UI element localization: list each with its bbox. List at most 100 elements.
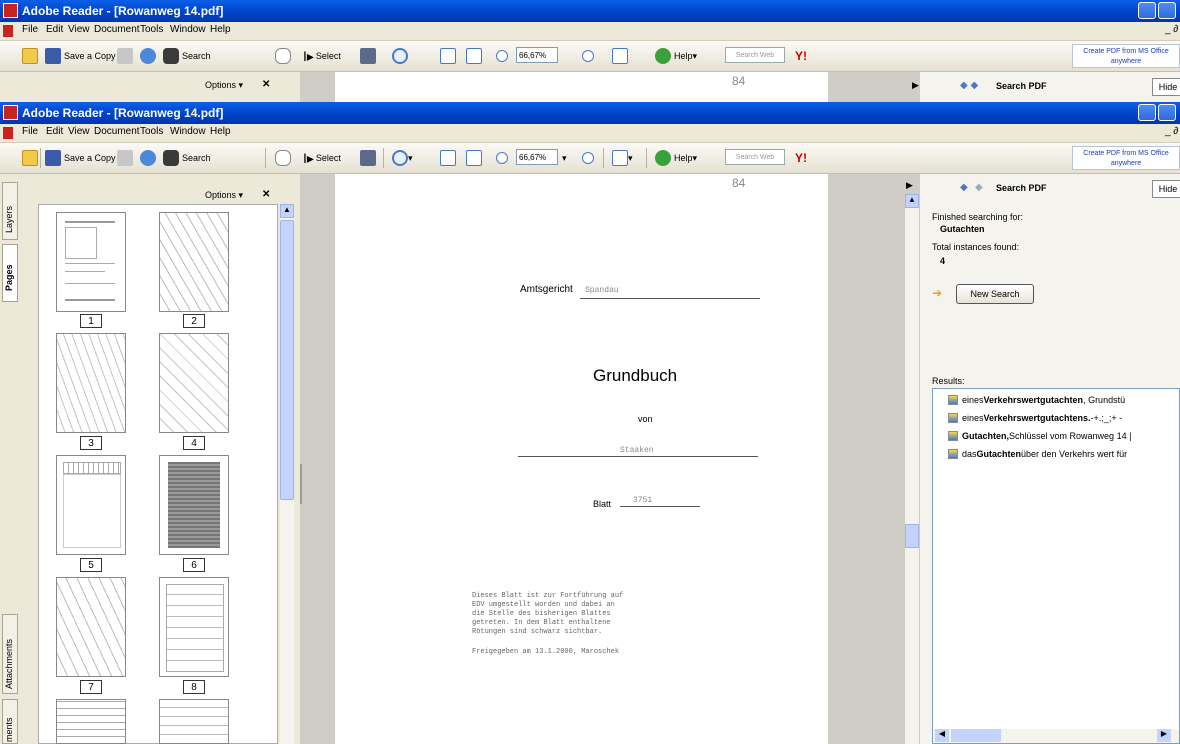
- menu-edit[interactable]: Edit: [46, 126, 63, 137]
- back-zoom-out-icon[interactable]: [496, 46, 508, 66]
- zoom-input[interactable]: 66,67%: [516, 149, 558, 165]
- thumbnail-page[interactable]: [56, 699, 126, 744]
- thumbnail-page[interactable]: [159, 212, 229, 312]
- scroll-thumb[interactable]: [280, 220, 294, 500]
- menu-document[interactable]: Document: [94, 126, 140, 137]
- back-menu-view[interactable]: View: [68, 24, 90, 35]
- actual-size-icon[interactable]: [440, 148, 456, 168]
- back-snapshot-icon[interactable]: [360, 46, 376, 66]
- search-button[interactable]: Search: [163, 148, 211, 168]
- back-search-button[interactable]: Search: [163, 46, 211, 66]
- tab-pages[interactable]: Pages: [2, 244, 18, 302]
- back-menu-edit[interactable]: Edit: [46, 24, 63, 35]
- thumbnail-page[interactable]: [159, 333, 229, 433]
- back-arrow-icon[interactable]: ◆: [960, 182, 968, 193]
- back-menu-file[interactable]: File: [22, 24, 38, 35]
- create-pdf-link[interactable]: Create PDF from MS Office anywhere: [1072, 146, 1180, 170]
- result-item[interactable]: das Gutachten über den Verkehrs wert für: [948, 446, 1127, 462]
- back-menu-help[interactable]: Help: [210, 24, 231, 35]
- zoom-in-icon[interactable]: ▾: [392, 148, 413, 168]
- snapshot-icon[interactable]: [360, 148, 376, 168]
- hide-button[interactable]: Hide: [1152, 180, 1180, 198]
- back-select-tool[interactable]: I▸ Select: [303, 46, 341, 66]
- collapse-arrow-icon[interactable]: ▶: [906, 180, 913, 191]
- back-menu-window[interactable]: Window: [170, 24, 206, 35]
- menu-help[interactable]: Help: [210, 126, 231, 137]
- back-menu-document[interactable]: Document: [94, 24, 140, 35]
- search-web-input[interactable]: Search Web: [725, 149, 785, 165]
- back-options-menu[interactable]: Options ▾: [205, 80, 243, 91]
- tab-comments[interactable]: ments: [2, 699, 18, 744]
- scroll-right-icon[interactable]: ▶: [1157, 729, 1171, 742]
- result-item[interactable]: eines Verkehrswertgutachtens. -+.;_;+ -: [948, 410, 1122, 426]
- finished-label: Finished searching for:: [932, 212, 1024, 222]
- results-hscroll-thumb[interactable]: [951, 729, 1001, 742]
- select-tool[interactable]: I▸ Select: [303, 148, 341, 168]
- back-minimize-button[interactable]: [1138, 2, 1156, 19]
- back-menu-tools[interactable]: Tools: [140, 24, 163, 35]
- forward-arrow-icon[interactable]: ◆: [975, 182, 983, 193]
- back-arrow-icons[interactable]: ◆ ◆: [960, 80, 978, 91]
- scroll-left-icon[interactable]: ◀: [935, 729, 949, 742]
- splitter-handle[interactable]: [300, 464, 302, 504]
- zoom-dropdown-icon[interactable]: ▾: [562, 148, 567, 168]
- restore-button[interactable]: [1158, 104, 1176, 121]
- tab-attachments[interactable]: Attachments: [2, 614, 18, 694]
- back-search-web-input[interactable]: Search Web: [725, 47, 785, 63]
- thumbnail-page[interactable]: [159, 577, 229, 677]
- close-panel-button[interactable]: ✕: [262, 189, 270, 200]
- back-open-icon[interactable]: [22, 46, 38, 66]
- doc-scroll-up-icon[interactable]: ▲: [905, 194, 919, 208]
- thumbnail-page[interactable]: [56, 212, 126, 312]
- rotate-icon[interactable]: ▾: [612, 148, 633, 168]
- menu-file[interactable]: File: [22, 126, 38, 137]
- menu-minimize-doc[interactable]: _ ∂: [1165, 126, 1178, 137]
- zoom-out-icon[interactable]: [496, 148, 508, 168]
- back-print-icon[interactable]: [117, 46, 133, 66]
- result-item[interactable]: eines Verkehrswertgutachten , Grundstü: [948, 392, 1125, 408]
- back-zoom-input[interactable]: 66,67%: [516, 47, 558, 63]
- back-help-button[interactable]: Help ▾: [655, 46, 697, 66]
- back-restore-button[interactable]: [1158, 2, 1176, 19]
- menu-window[interactable]: Window: [170, 126, 206, 137]
- back-create-pdf-link[interactable]: Create PDF from MS Office anywhere: [1072, 44, 1180, 68]
- menu-view[interactable]: View: [68, 126, 90, 137]
- print-icon[interactable]: [117, 148, 133, 168]
- document-scrollbar[interactable]: ▲: [905, 194, 919, 744]
- back-rotate-icon[interactable]: [612, 46, 628, 66]
- save-copy-button[interactable]: Save a Copy: [45, 148, 116, 168]
- email-icon[interactable]: [140, 148, 156, 168]
- open-icon[interactable]: [22, 148, 38, 168]
- yahoo-icon[interactable]: Y!: [795, 148, 807, 168]
- back-zoom-plus-icon[interactable]: [582, 46, 594, 66]
- thumbnail-page[interactable]: [159, 455, 229, 555]
- back-yahoo-icon[interactable]: Y!: [795, 46, 807, 66]
- scroll-up-icon[interactable]: ▲: [280, 204, 294, 218]
- back-fit-width-icon[interactable]: [466, 46, 482, 66]
- results-hscrollbar[interactable]: ◀ ▶: [933, 729, 1179, 743]
- options-menu[interactable]: Options ▾: [205, 190, 243, 201]
- back-email-icon[interactable]: [140, 46, 156, 66]
- back-close-panel-button[interactable]: ✕: [262, 79, 270, 90]
- hand-tool-icon[interactable]: [275, 148, 291, 168]
- minimize-button[interactable]: [1138, 104, 1156, 121]
- tab-layers[interactable]: Layers: [2, 182, 18, 240]
- thumbnail-page[interactable]: [56, 333, 126, 433]
- back-menu-minimize[interactable]: _ ∂: [1165, 24, 1178, 35]
- fit-width-icon[interactable]: [466, 148, 482, 168]
- thumbnail-page[interactable]: [159, 699, 229, 744]
- help-button[interactable]: Help ▾: [655, 148, 697, 168]
- menu-tools[interactable]: Tools: [140, 126, 163, 137]
- back-zoom-in-icon[interactable]: [392, 46, 408, 66]
- back-save-copy-button[interactable]: Save a Copy: [45, 46, 116, 66]
- back-hand-tool-icon[interactable]: [275, 46, 291, 66]
- thumbnail-scrollbar[interactable]: ▲: [280, 204, 294, 744]
- thumbnail-page[interactable]: [56, 577, 126, 677]
- result-item[interactable]: Gutachten, Schlüssel vom Rowanweg 14 |: [948, 428, 1131, 444]
- doc-scroll-thumb[interactable]: [905, 524, 919, 548]
- new-search-button[interactable]: New Search: [956, 284, 1034, 304]
- thumbnail-page[interactable]: [56, 455, 126, 555]
- zoom-plus-icon[interactable]: [582, 148, 594, 168]
- back-hide-button[interactable]: Hide: [1152, 78, 1180, 96]
- back-actual-size-icon[interactable]: [440, 46, 456, 66]
